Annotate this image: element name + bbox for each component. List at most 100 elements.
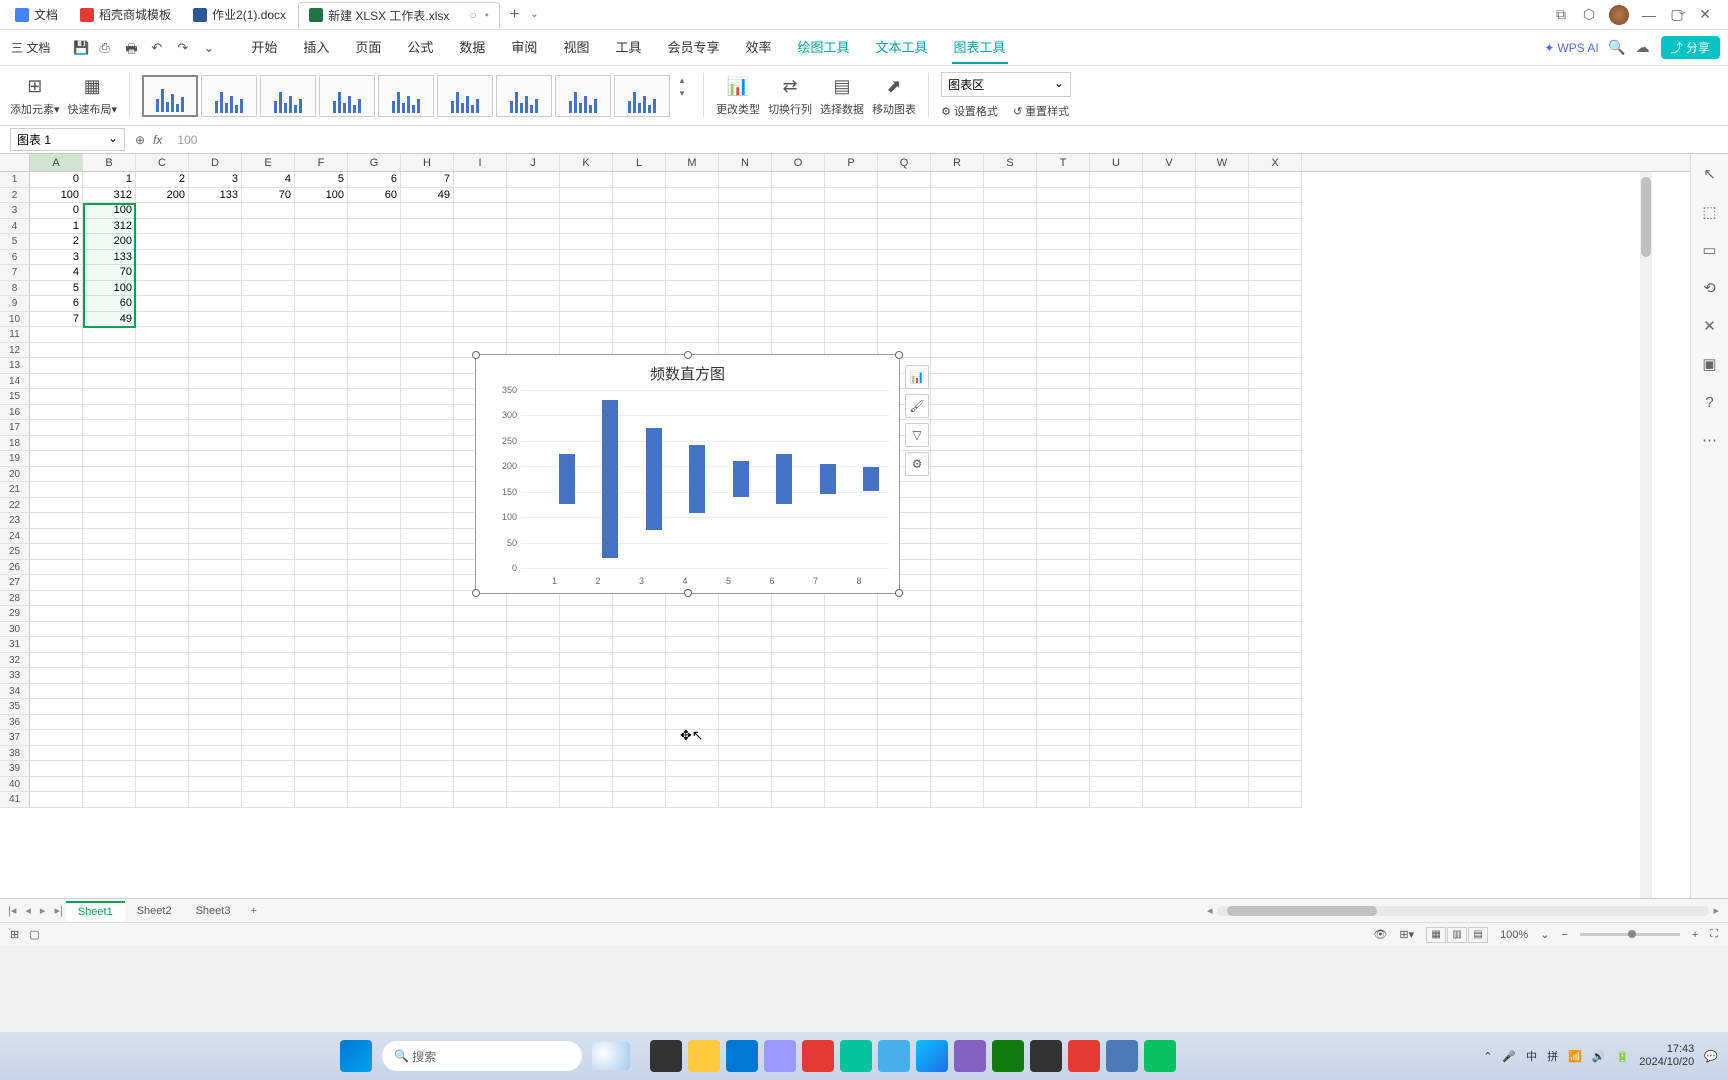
cell[interactable] (1249, 529, 1302, 545)
cell[interactable] (1196, 761, 1249, 777)
cell[interactable] (348, 358, 401, 374)
cell[interactable] (1143, 637, 1196, 653)
sheet-tab-3[interactable]: Sheet3 (184, 902, 243, 920)
cell[interactable] (984, 730, 1037, 746)
cell[interactable] (83, 699, 136, 715)
cell[interactable] (560, 622, 613, 638)
cell[interactable]: 0 (30, 203, 83, 219)
cell[interactable] (931, 684, 984, 700)
cell[interactable] (242, 498, 295, 514)
cell[interactable] (242, 374, 295, 390)
property-panel-icon[interactable]: ▭ (1700, 240, 1720, 260)
row-header[interactable]: 18 (0, 436, 30, 452)
cell[interactable] (1143, 513, 1196, 529)
cell[interactable] (401, 358, 454, 374)
cell[interactable] (189, 622, 242, 638)
cell[interactable] (1143, 358, 1196, 374)
weather-widget[interactable] (592, 1042, 630, 1070)
cell[interactable] (1090, 343, 1143, 359)
cell[interactable] (242, 482, 295, 498)
col-header-U[interactable]: U (1090, 154, 1143, 171)
cell[interactable] (401, 234, 454, 250)
cell[interactable] (878, 746, 931, 762)
col-header-A[interactable]: A (30, 154, 83, 171)
more-icon[interactable]: ⋯ (1700, 430, 1720, 450)
app-github[interactable] (1030, 1040, 1062, 1072)
app-taskview[interactable] (650, 1040, 682, 1072)
cell[interactable] (666, 699, 719, 715)
cell[interactable] (931, 358, 984, 374)
cell[interactable] (242, 591, 295, 607)
cell[interactable] (507, 637, 560, 653)
cell[interactable] (348, 637, 401, 653)
cell[interactable] (401, 219, 454, 235)
cell[interactable] (613, 234, 666, 250)
cell[interactable] (242, 234, 295, 250)
cell[interactable] (931, 312, 984, 328)
cell[interactable] (189, 296, 242, 312)
cell[interactable] (242, 777, 295, 793)
cell[interactable] (30, 374, 83, 390)
cell[interactable] (1143, 296, 1196, 312)
cell[interactable] (295, 544, 348, 560)
cell[interactable] (1037, 405, 1090, 421)
cell[interactable] (666, 684, 719, 700)
cell[interactable] (1143, 730, 1196, 746)
cell[interactable] (1090, 482, 1143, 498)
cell[interactable] (189, 312, 242, 328)
cell[interactable] (1143, 575, 1196, 591)
cell[interactable] (984, 172, 1037, 188)
sheet-nav-last[interactable]: ▸| (51, 904, 65, 917)
view-normal-button[interactable]: ▦ (1426, 927, 1446, 943)
cell[interactable] (1037, 575, 1090, 591)
cell[interactable] (401, 591, 454, 607)
row-header[interactable]: 8 (0, 281, 30, 297)
row-header[interactable]: 24 (0, 529, 30, 545)
cell[interactable] (1090, 715, 1143, 731)
cell[interactable] (242, 467, 295, 483)
cell[interactable] (189, 575, 242, 591)
row-header[interactable]: 3 (0, 203, 30, 219)
cell[interactable] (825, 761, 878, 777)
cell[interactable] (454, 265, 507, 281)
cell[interactable] (772, 327, 825, 343)
cell[interactable] (560, 250, 613, 266)
cell[interactable] (1090, 405, 1143, 421)
cell[interactable] (560, 699, 613, 715)
cell[interactable] (30, 389, 83, 405)
cell[interactable] (136, 498, 189, 514)
cell[interactable] (931, 296, 984, 312)
cell[interactable] (878, 312, 931, 328)
cell[interactable] (1249, 513, 1302, 529)
cell[interactable] (931, 467, 984, 483)
cell[interactable] (984, 622, 1037, 638)
cell[interactable] (1249, 668, 1302, 684)
cell[interactable] (136, 281, 189, 297)
cell[interactable] (401, 405, 454, 421)
cell[interactable] (1037, 482, 1090, 498)
cell[interactable] (189, 389, 242, 405)
cell[interactable] (136, 668, 189, 684)
cell[interactable] (507, 312, 560, 328)
cell[interactable] (295, 777, 348, 793)
cell[interactable] (348, 389, 401, 405)
cell[interactable] (242, 684, 295, 700)
cell[interactable] (30, 482, 83, 498)
cell[interactable] (1196, 699, 1249, 715)
cell[interactable] (189, 498, 242, 514)
cell[interactable] (825, 281, 878, 297)
cell[interactable] (772, 172, 825, 188)
cell[interactable] (348, 374, 401, 390)
cell[interactable] (613, 761, 666, 777)
cell[interactable] (1090, 699, 1143, 715)
cell[interactable] (560, 312, 613, 328)
cell[interactable] (984, 746, 1037, 762)
cell[interactable] (454, 606, 507, 622)
cell[interactable] (931, 668, 984, 684)
dependency-icon[interactable]: ⟲ (1700, 278, 1720, 298)
cell[interactable] (454, 172, 507, 188)
cell[interactable] (30, 591, 83, 607)
cell[interactable] (189, 374, 242, 390)
cell[interactable] (136, 622, 189, 638)
sheet-nav-prev[interactable]: ◂ (22, 904, 34, 917)
